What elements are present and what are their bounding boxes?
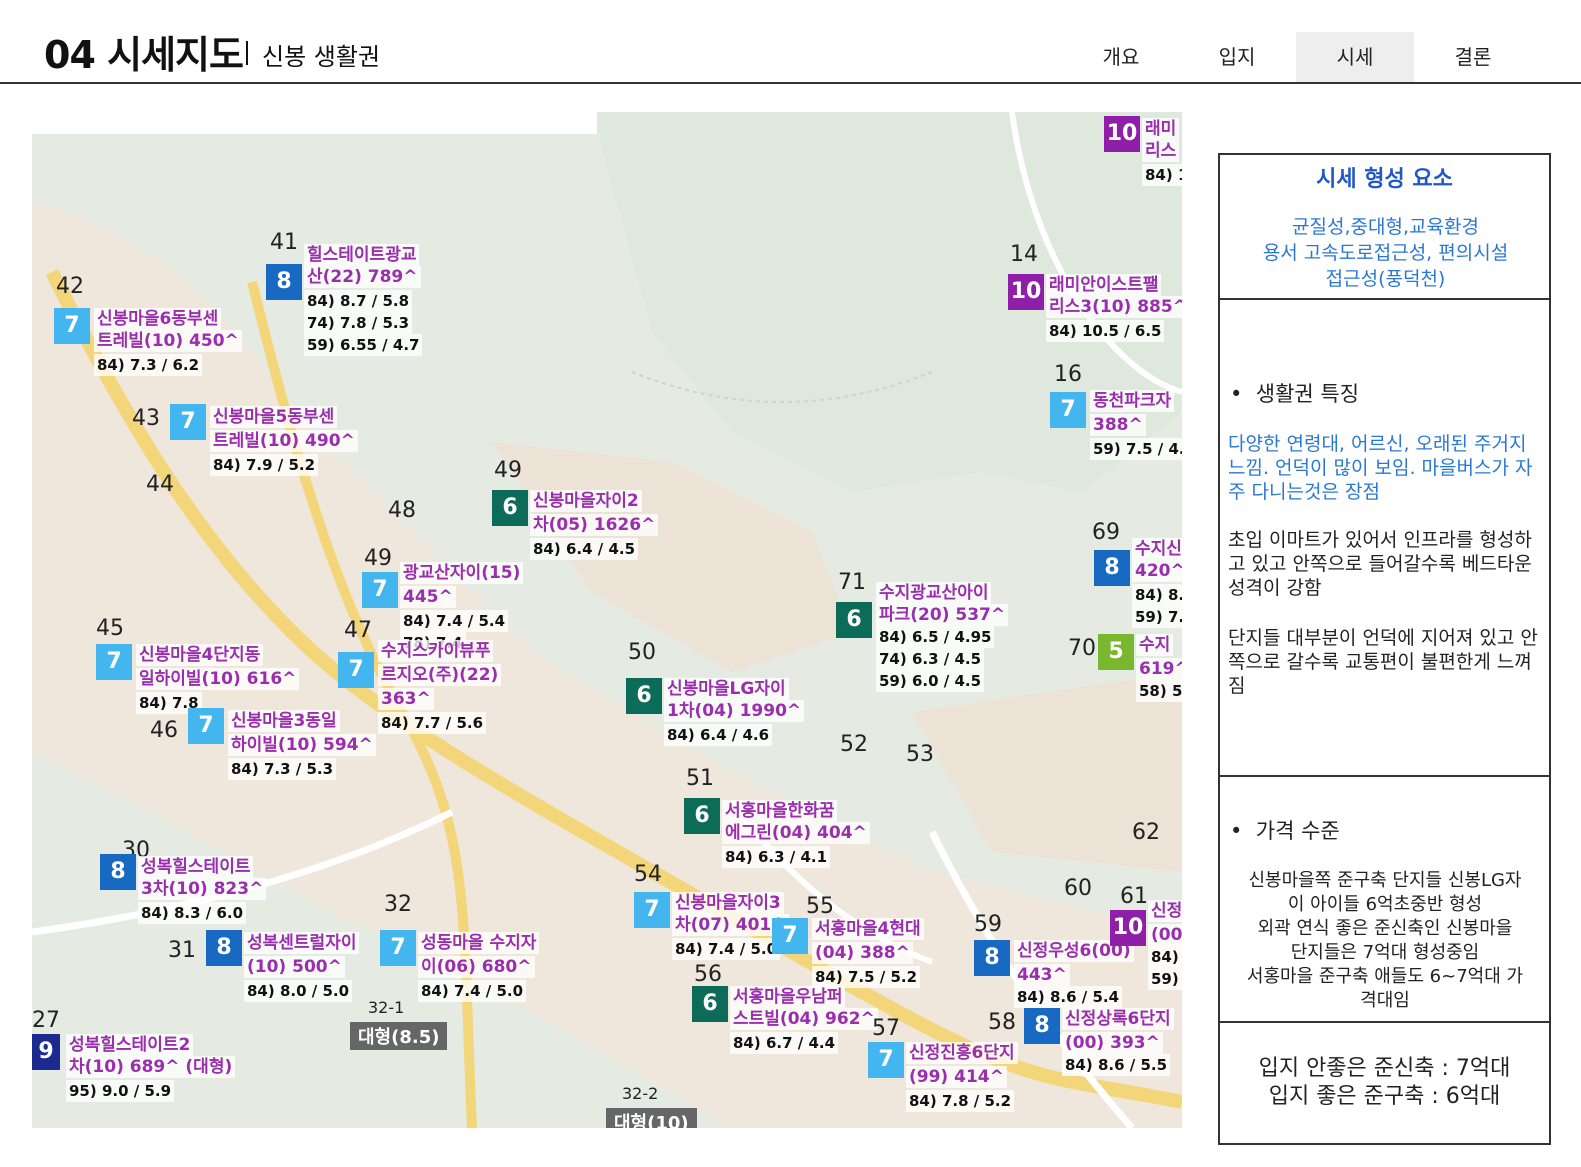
level-badge: 6 xyxy=(626,678,662,714)
tab-price[interactable]: 시세 xyxy=(1296,32,1414,82)
price-title: 가격 수준 xyxy=(1255,819,1340,843)
level-badge: 7 xyxy=(380,930,416,966)
header-divider xyxy=(0,82,1581,84)
feature-paragraph-2: 단지들 대부분이 언덕에 지어져 있고 안쪽으로 갈수록 교통편이 불편한게 느… xyxy=(1228,627,1538,697)
tab-overview[interactable]: 개요 xyxy=(1062,32,1180,82)
area-label-32-2: 대형(10) xyxy=(606,1108,697,1128)
factors-title: 시세 형성 요소 xyxy=(1316,167,1453,192)
feature-highlight: 다양한 연령대, 어르신, 오래된 주거지 느낌. 언덕이 많이 보임. 마을버… xyxy=(1228,433,1533,503)
area-id-32-1: 32-1 xyxy=(368,998,405,1017)
level-badge: 7 xyxy=(170,404,206,440)
price-map: 41 8 힐스테이트광교 산(22) 789^ 84) 8.7 / 5.8 74… xyxy=(32,112,1182,1128)
level-badge: 7 xyxy=(772,918,808,954)
area-label-32-1: 대형(8.5) xyxy=(350,1022,448,1050)
feature-paragraph-1: 초입 이마트가 있어서 인프라를 형성하고 있고 안쪽으로 들어갈수록 베드타운… xyxy=(1228,529,1532,599)
level-badge: 6 xyxy=(692,986,728,1022)
level-badge: 8 xyxy=(1024,1008,1060,1044)
price-bullet: • 가격 수준 xyxy=(1230,819,1340,843)
level-badge: 7 xyxy=(1050,392,1086,428)
level-badge: 7 xyxy=(54,308,90,344)
tab-conclusion[interactable]: 결론 xyxy=(1414,32,1532,82)
price-section: • 가격 수준 신봉마을쪽 준구축 단지들 신봉LG자 이 아이들 6억초중반 … xyxy=(1220,777,1549,1023)
page-subtitle: 신봉 생활권 xyxy=(245,37,380,72)
level-badge: 7 xyxy=(868,1042,904,1078)
level-badge: 9 xyxy=(32,1034,60,1070)
page-header: 04 시세지도 신봉 생활권 개요 입지 시세 결론 xyxy=(0,0,1581,84)
info-panel: 시세 형성 요소 균질성,중대형,교육환경 용서 고속도로접근성, 편의시설 접… xyxy=(1218,153,1551,1145)
level-badge: 10 xyxy=(1110,910,1146,946)
marker-60: 60 xyxy=(1064,876,1092,901)
level-badge: 8 xyxy=(974,940,1010,976)
tab-location[interactable]: 입지 xyxy=(1178,32,1296,82)
level-badge: 7 xyxy=(188,708,224,744)
level-badge: 8 xyxy=(1094,550,1130,586)
level-badge: 6 xyxy=(492,490,528,526)
level-badge: 7 xyxy=(96,644,132,680)
level-badge: 7 xyxy=(338,652,374,688)
level-badge: 7 xyxy=(634,892,670,928)
marker-53: 53 xyxy=(906,742,934,767)
level-badge: 7 xyxy=(362,572,398,608)
feature-bullet: • 생활권 특징 xyxy=(1230,382,1360,406)
marker-44: 44 xyxy=(146,472,174,497)
marker-48: 48 xyxy=(388,498,416,523)
level-badge: 5 xyxy=(1098,634,1134,670)
level-badge: 8 xyxy=(266,264,302,300)
feature-title: 생활권 특징 xyxy=(1255,382,1360,406)
feature-section: • 생활권 특징 다양한 연령대, 어르신, 오래된 주거지 느낌. 언덕이 많… xyxy=(1220,300,1549,777)
area-id-32-2: 32-2 xyxy=(622,1084,659,1103)
marker-52: 52 xyxy=(840,732,868,757)
factors-section: 시세 형성 요소 균질성,중대형,교육환경 용서 고속도로접근성, 편의시설 접… xyxy=(1220,155,1549,300)
marker-62: 62 xyxy=(1132,820,1160,845)
level-badge: 6 xyxy=(684,798,720,834)
page-title: 04 시세지도 xyxy=(44,33,244,77)
level-badge: 10 xyxy=(1008,274,1044,310)
level-badge: 8 xyxy=(100,854,136,890)
level-badge: 6 xyxy=(836,602,872,638)
level-badge: 10 xyxy=(1104,116,1140,152)
level-badge: 8 xyxy=(206,930,242,966)
